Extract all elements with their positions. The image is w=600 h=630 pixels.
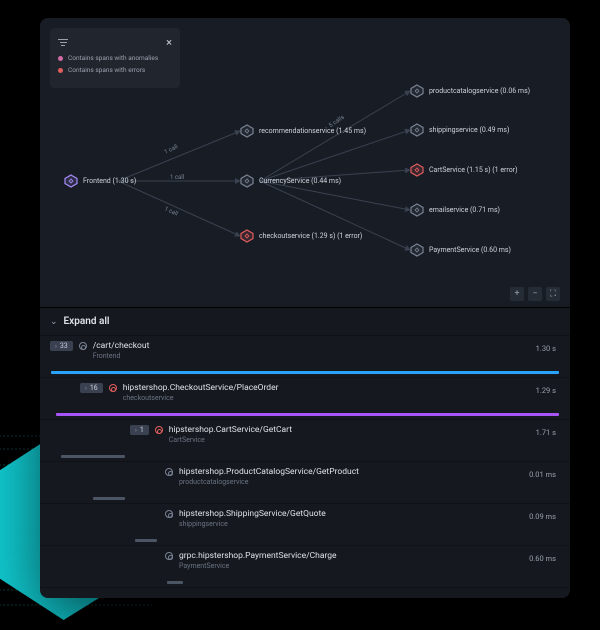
node-email[interactable]: emailservice (0.71 ms)	[410, 203, 500, 217]
legend-item: Contains spans with errors	[58, 66, 172, 74]
node-label: checkoutservice (1.29 s) (1 error)	[259, 232, 362, 240]
span-duration: 1.29 s	[536, 386, 556, 395]
hex-icon	[240, 124, 254, 138]
span-bar-track	[40, 581, 570, 584]
span-duration: 0.09 ms	[529, 512, 556, 521]
hex-icon	[410, 163, 424, 177]
node-recommendation[interactable]: recommendationservice (1.45 ms)	[240, 124, 366, 138]
span-title: hipstershop.CartService/GetCart	[169, 425, 292, 435]
span-type-icon	[165, 552, 173, 560]
span-type-icon	[165, 510, 173, 518]
node-label: Frontend (1.30 s)	[83, 177, 136, 185]
span-bar-fill	[135, 539, 156, 542]
span-row[interactable]: hipstershop.ShippingService/GetQuoteship…	[40, 504, 570, 546]
node-cart[interactable]: CartService (1.15 s) (1 error)	[410, 163, 518, 177]
span-title: grpc.hipstershop.PaymentService/Charge	[179, 551, 337, 561]
chevron-down-icon: ⌄	[50, 317, 58, 327]
node-label: shippingservice (0.49 ms)	[429, 126, 509, 134]
hex-icon	[410, 243, 424, 257]
span-row[interactable]: ›1 hipstershop.CartService/GetCartCartSer…	[40, 420, 570, 462]
legend-text: Contains spans with anomalies	[68, 54, 158, 62]
span-bar-fill	[167, 581, 183, 584]
zoom-out-button[interactable]: −	[528, 287, 542, 301]
hex-icon	[410, 203, 424, 217]
zoom-in-button[interactable]: +	[510, 287, 524, 301]
span-count-badge[interactable]: ›1	[130, 425, 149, 435]
span-service: CartService	[169, 436, 292, 444]
span-bar-fill	[61, 455, 125, 458]
expand-all-label: Expand all	[64, 316, 110, 327]
hex-icon	[64, 174, 78, 188]
waterfall-panel: ⌄ Expand all ›33/cart/checkoutFrontend 1.…	[40, 308, 570, 588]
span-title: hipstershop.ShippingService/GetQuote	[179, 509, 326, 519]
node-label: emailservice (0.71 ms)	[429, 206, 500, 214]
span-title: hipstershop.CheckoutService/PlaceOrder	[123, 383, 279, 393]
span-count-badge[interactable]: ›33	[50, 341, 73, 351]
hex-icon	[240, 229, 254, 243]
filter-panel: × Contains spans with anomalies Contains …	[50, 28, 180, 88]
span-service: productcatalogservice	[179, 478, 359, 486]
span-bar-track	[40, 455, 570, 458]
edge-label: 1 call	[170, 174, 184, 181]
span-duration: 0.60 ms	[529, 554, 556, 563]
span-service: Frontend	[93, 352, 150, 360]
span-bar-fill	[51, 371, 560, 374]
span-service: PaymentService	[179, 562, 337, 570]
span-row[interactable]: grpc.hipstershop.PaymentService/ChargePa…	[40, 546, 570, 588]
span-bar-track	[40, 371, 570, 374]
span-row[interactable]: ›16 hipstershop.CheckoutService/PlaceOrde…	[40, 378, 570, 420]
node-label: PaymentService (0.60 ms)	[429, 246, 511, 254]
node-label: productcatalogservice (0.06 ms)	[429, 87, 530, 95]
node-frontend[interactable]: Frontend (1.30 s)	[64, 174, 136, 188]
span-duration: 1.30 s	[536, 344, 556, 353]
node-currency[interactable]: CurrencyService (0.44 ms)	[240, 174, 341, 188]
legend-dot	[58, 68, 63, 73]
span-title: hipstershop.ProductCatalogService/GetPro…	[179, 467, 359, 477]
span-type-icon	[165, 468, 173, 476]
trace-window: × Contains spans with anomalies Contains …	[40, 18, 570, 598]
zoom-controls: + − ⛶	[510, 287, 560, 301]
node-label: recommendationservice (1.45 ms)	[259, 127, 366, 135]
filter-icon[interactable]	[58, 38, 68, 46]
span-type-icon	[155, 426, 163, 434]
legend-text: Contains spans with errors	[68, 66, 145, 74]
span-row[interactable]: hipstershop.ProductCatalogService/GetPro…	[40, 462, 570, 504]
span-count-badge[interactable]: ›16	[80, 383, 103, 393]
span-bar-track	[40, 497, 570, 500]
close-icon[interactable]: ×	[166, 36, 172, 49]
span-type-icon	[79, 342, 87, 350]
span-title: /cart/checkout	[93, 341, 150, 351]
legend-dot	[58, 56, 63, 61]
span-bar-fill	[56, 413, 560, 416]
span-service: checkoutservice	[123, 394, 279, 402]
span-duration: 1.71 s	[536, 428, 556, 437]
node-label: CartService (1.15 s) (1 error)	[429, 166, 518, 174]
expand-all-row[interactable]: ⌄ Expand all	[40, 308, 570, 336]
node-label: CurrencyService (0.44 ms)	[259, 177, 341, 185]
span-bar-fill	[93, 497, 125, 500]
span-bar-track	[40, 413, 570, 416]
hex-icon	[240, 174, 254, 188]
span-bar-track	[40, 539, 570, 542]
hex-icon	[410, 123, 424, 137]
span-service: shippingservice	[179, 520, 326, 528]
service-map-panel: × Contains spans with anomalies Contains …	[40, 18, 570, 308]
node-shipping[interactable]: shippingservice (0.49 ms)	[410, 123, 509, 137]
span-duration: 0.01 ms	[529, 470, 556, 479]
node-payment[interactable]: PaymentService (0.60 ms)	[410, 243, 511, 257]
span-type-icon	[109, 384, 117, 392]
zoom-fit-button[interactable]: ⛶	[546, 287, 560, 301]
hex-icon	[410, 84, 424, 98]
node-productcatalog[interactable]: productcatalogservice (0.06 ms)	[410, 84, 530, 98]
legend-item: Contains spans with anomalies	[58, 54, 172, 62]
node-checkout[interactable]: checkoutservice (1.29 s) (1 error)	[240, 229, 362, 243]
span-row[interactable]: ›33/cart/checkoutFrontend 1.30 s	[40, 336, 570, 378]
